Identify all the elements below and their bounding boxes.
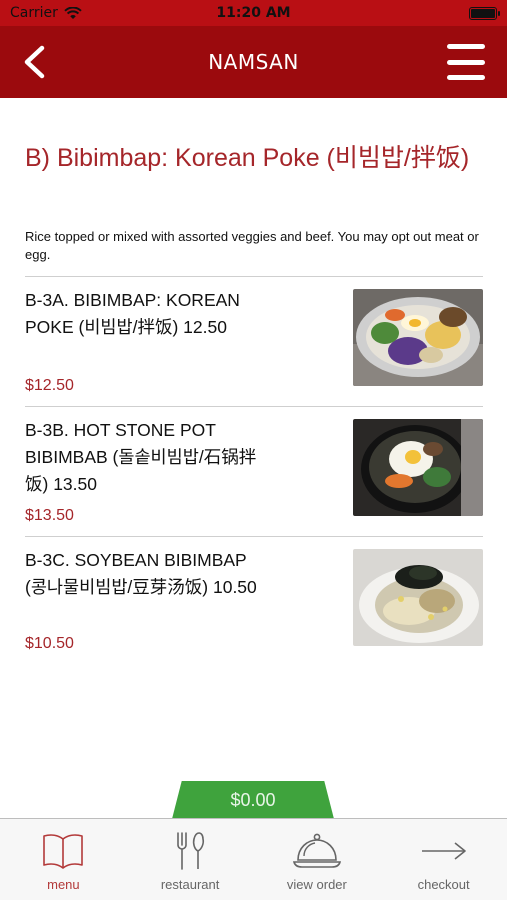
back-button[interactable] (14, 40, 54, 84)
book-icon (43, 834, 84, 869)
menu-item-name: B-3C. SOYBEAN BIBIMBAP (콩나물비빔밥/豆芽汤饭) 10.… (25, 550, 257, 597)
status-bar: Carrier 11:20 AM (0, 0, 507, 26)
menu-item-price: $12.50 (25, 377, 74, 394)
hamburger-line (447, 59, 485, 65)
section-title: B) Bibimbap: Korean Poke (비빔밥/拌饭) (25, 144, 470, 172)
menu-item[interactable]: B-3A. BIBIMBAP: KOREAN POKE (비빔밥/拌饭) 12.… (25, 276, 483, 406)
wifi-icon (64, 6, 82, 19)
hamburger-menu-button[interactable] (447, 44, 485, 80)
carrier-group: Carrier (10, 5, 82, 21)
cart-total-button[interactable]: $0.00 (172, 781, 334, 819)
tab-view-order[interactable]: view order (254, 819, 381, 900)
tab-label: checkout (417, 877, 470, 892)
chevron-left-icon (24, 45, 45, 79)
menu-item-price: $10.50 (25, 635, 74, 652)
fork-knife-icon (177, 832, 205, 870)
tab-label: view order (286, 877, 347, 892)
tab-label: menu (47, 877, 80, 892)
hot-stone-bibimbap-photo[interactable] (353, 419, 483, 516)
section-description: Rice topped or mixed with assorted veggi… (25, 229, 479, 262)
tab-restaurant[interactable]: restaurant (127, 819, 254, 900)
menu-item[interactable]: B-3B. HOT STONE POT BIBIMBAB (돌솥비빔밥/石锅拌饭… (25, 406, 483, 536)
menu-item-price: $13.50 (25, 507, 74, 524)
hamburger-line (447, 75, 485, 80)
menu-content: B) Bibimbap: Korean Poke (비빔밥/拌饭) Rice t… (0, 98, 507, 818)
hamburger-line (447, 44, 485, 49)
soybean-bibimbap-photo[interactable] (353, 549, 483, 646)
tab-bar: menu restaurant view order checkout (0, 818, 507, 900)
tab-label: restaurant (160, 877, 220, 892)
page-title: NAMSAN (208, 50, 299, 74)
nav-bar: NAMSAN (0, 26, 507, 98)
arrow-right-icon (421, 842, 466, 860)
cart-total-label: $0.00 (230, 789, 276, 810)
cloche-icon (292, 833, 341, 868)
battery-icon (469, 6, 500, 20)
menu-item-name: B-3A. BIBIMBAP: KOREAN POKE (비빔밥/拌饭) 12.… (25, 290, 240, 337)
tab-menu[interactable]: menu (0, 819, 127, 900)
carrier-label: Carrier (10, 5, 58, 21)
menu-item-name: B-3B. HOT STONE POT BIBIMBAB (돌솥비빔밥/石锅拌饭… (25, 420, 257, 494)
menu-item[interactable]: B-3C. SOYBEAN BIBIMBAP (콩나물비빔밥/豆芽汤饭) 10.… (25, 536, 483, 666)
tab-checkout[interactable]: checkout (380, 819, 507, 900)
bibimbap-photo[interactable] (353, 289, 483, 386)
